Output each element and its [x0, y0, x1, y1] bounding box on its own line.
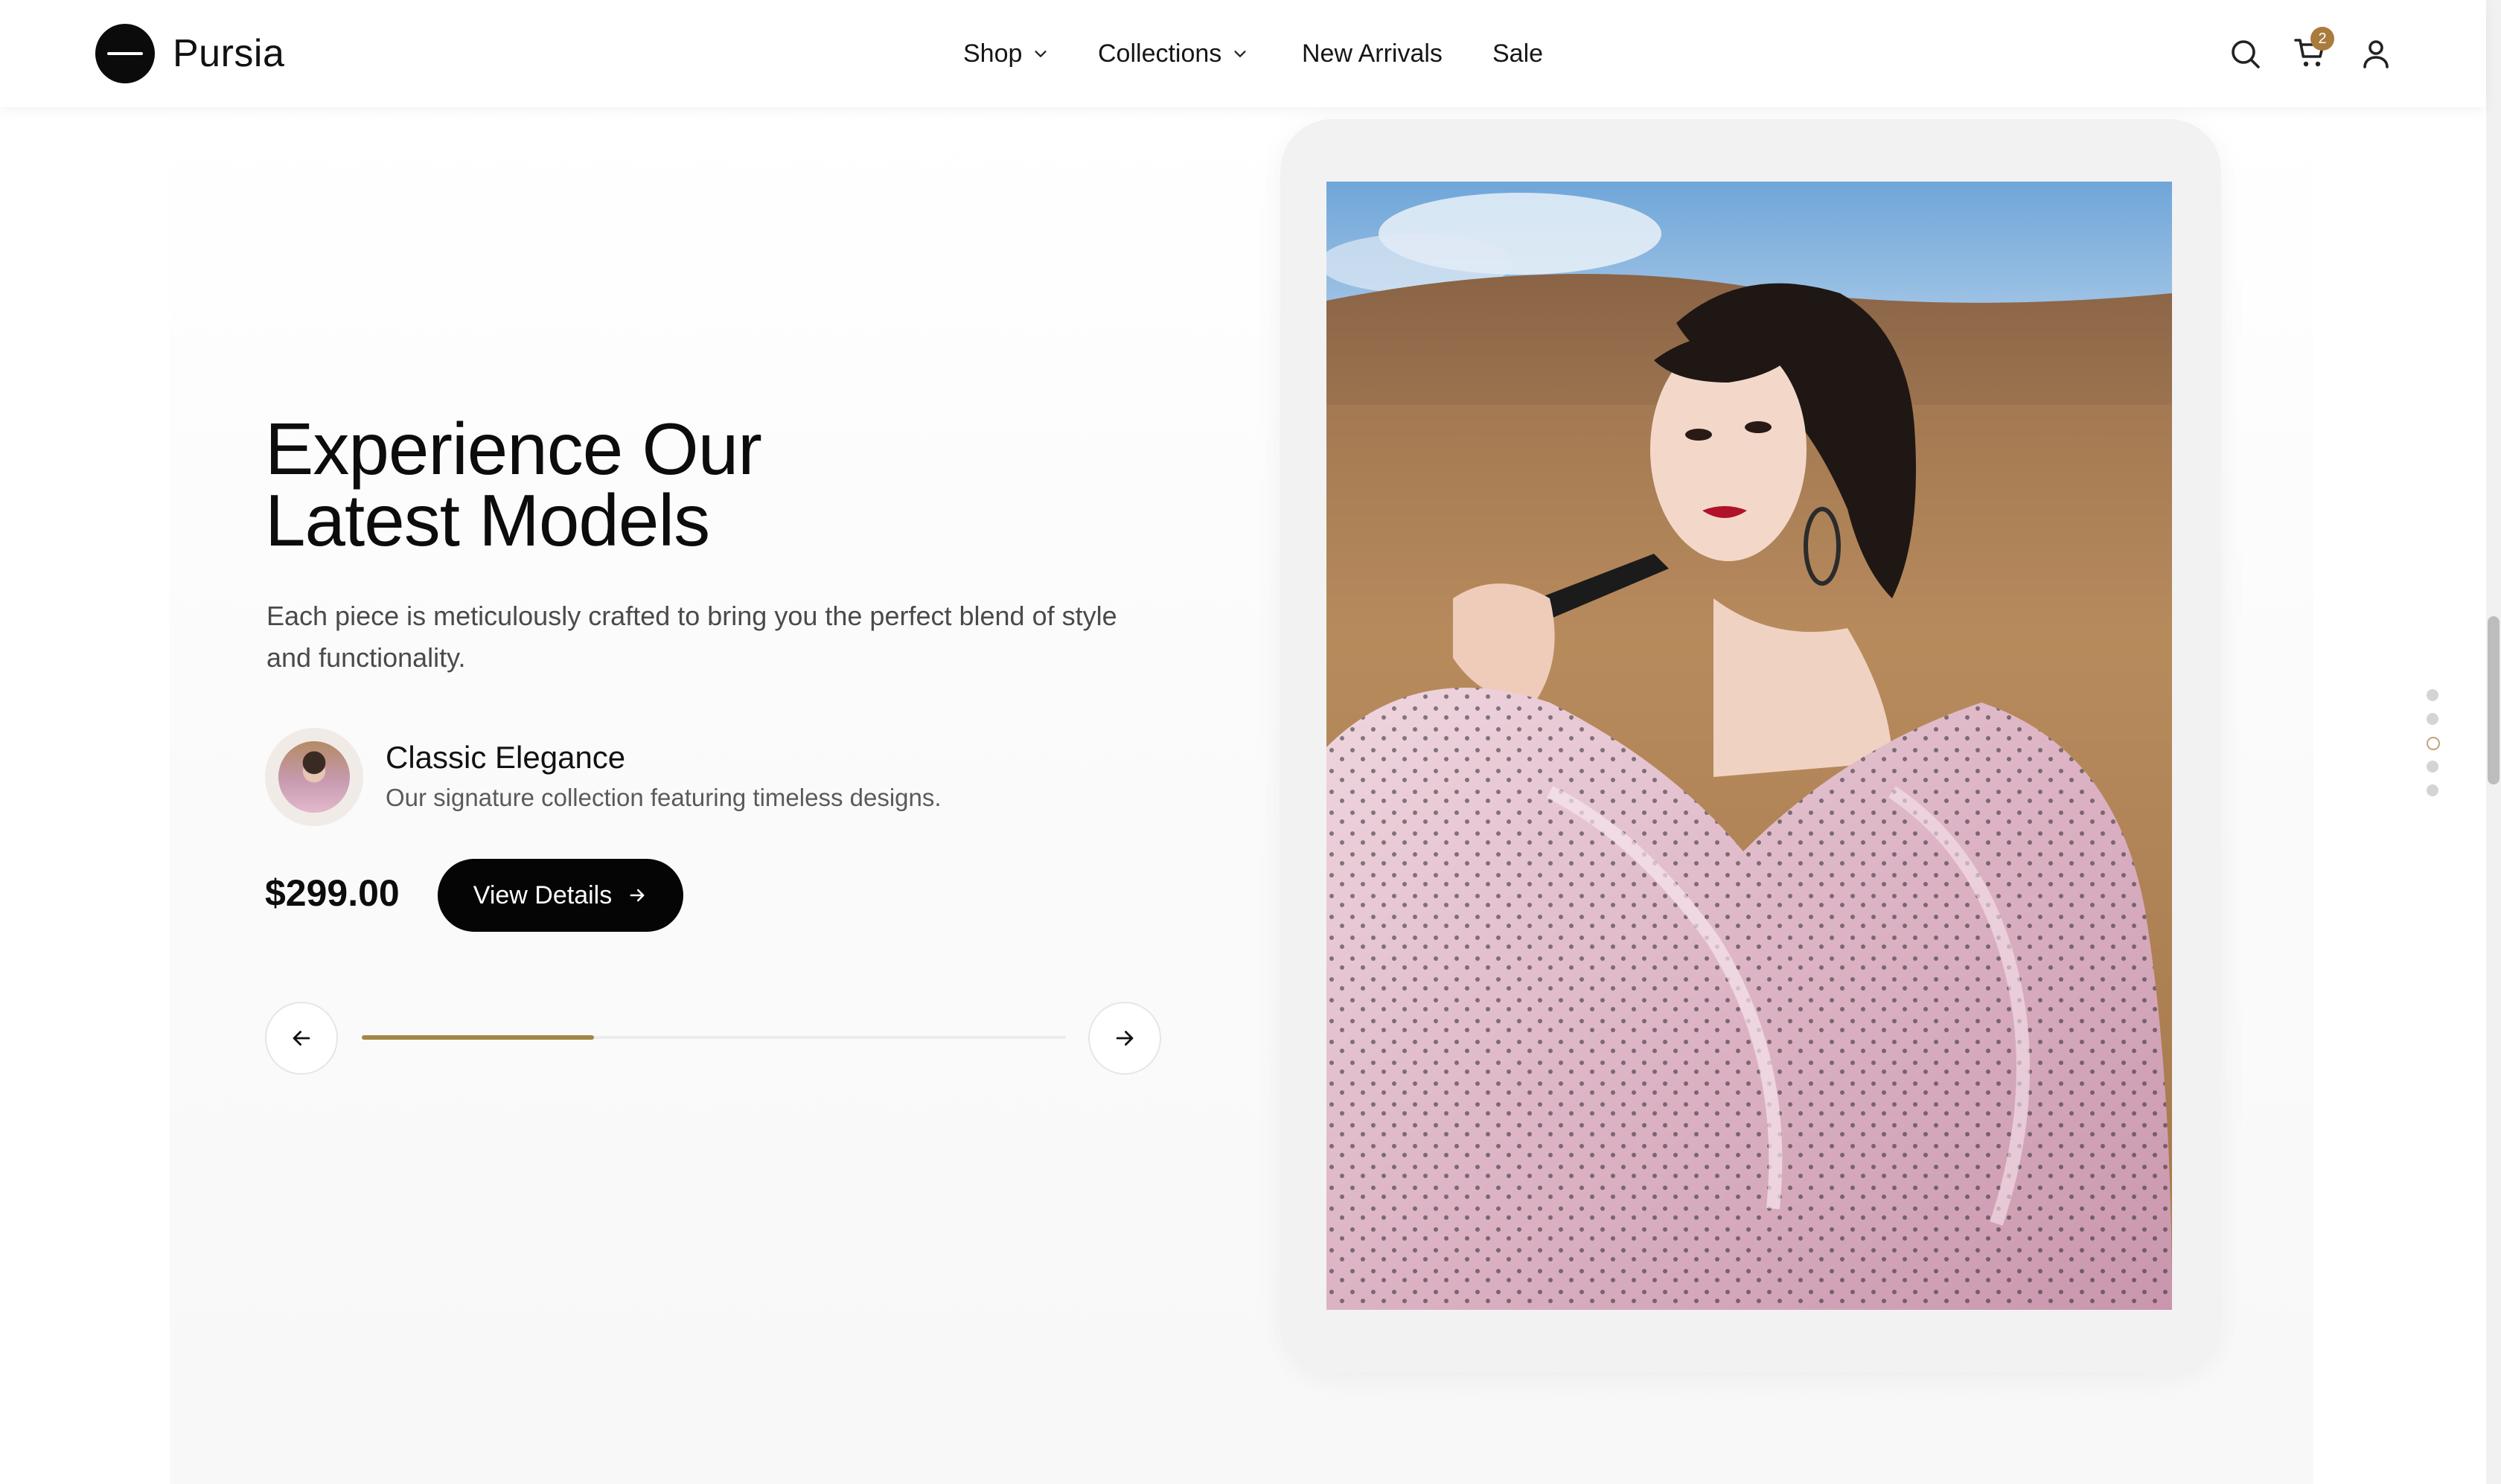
nav-new-arrivals[interactable]: New Arrivals — [1302, 37, 1443, 70]
chevron-down-icon — [1035, 51, 1047, 57]
previous-slide-button[interactable] — [265, 1002, 338, 1075]
cart-count-badge: 2 — [2310, 27, 2334, 51]
nav-new-arrivals-label: New Arrivals — [1302, 39, 1443, 68]
view-details-label: View Details — [473, 880, 613, 909]
section-dot-4[interactable] — [2427, 761, 2438, 773]
model-in-field-image — [1326, 182, 2172, 1310]
nav-collections[interactable]: Collections — [1098, 37, 1248, 70]
arrow-right-icon — [630, 889, 645, 902]
product-price: $299.00 — [265, 872, 400, 914]
logo-icon[interactable] — [95, 24, 155, 83]
collection-avatar — [278, 741, 350, 813]
hero-headline: Experience Our Latest Models — [265, 408, 1158, 561]
section-dot-3-active[interactable] — [2427, 737, 2440, 750]
scrollbar-thumb[interactable] — [2488, 616, 2500, 784]
brand-name[interactable]: Pursia — [173, 28, 284, 79]
section-dot-5[interactable] — [2427, 784, 2438, 796]
headline-line-2: Latest Models — [265, 479, 710, 561]
arrow-right-icon — [1116, 1031, 1134, 1046]
product-photo — [1326, 182, 2172, 1310]
nav-collections-label: Collections — [1098, 39, 1222, 68]
site-header: Pursia Shop Collections New Arrivals Sal… — [0, 0, 2486, 107]
search-icon[interactable] — [2227, 36, 2263, 71]
view-details-button[interactable]: View Details — [438, 859, 683, 932]
collection-subtitle: Our signature collection featuring timel… — [386, 784, 942, 811]
nav-sale-label: Sale — [1492, 39, 1544, 68]
hero-description: Each piece is meticulously crafted to br… — [266, 601, 1117, 673]
arrow-left-icon — [293, 1031, 310, 1046]
collection-title: Classic Elegance — [386, 740, 626, 775]
chevron-down-icon — [1234, 51, 1246, 57]
nav-shop-label: Shop — [963, 39, 1023, 68]
slider-progress-fill — [362, 1035, 595, 1040]
user-icon[interactable] — [2358, 36, 2394, 71]
headline-line-1: Experience Our — [265, 408, 762, 490]
section-dot-1[interactable] — [2427, 689, 2438, 701]
next-slide-button[interactable] — [1088, 1002, 1161, 1075]
section-dot-2[interactable] — [2427, 713, 2438, 725]
nav-sale[interactable]: Sale — [1492, 37, 1543, 70]
nav-shop[interactable]: Shop — [963, 37, 1049, 70]
